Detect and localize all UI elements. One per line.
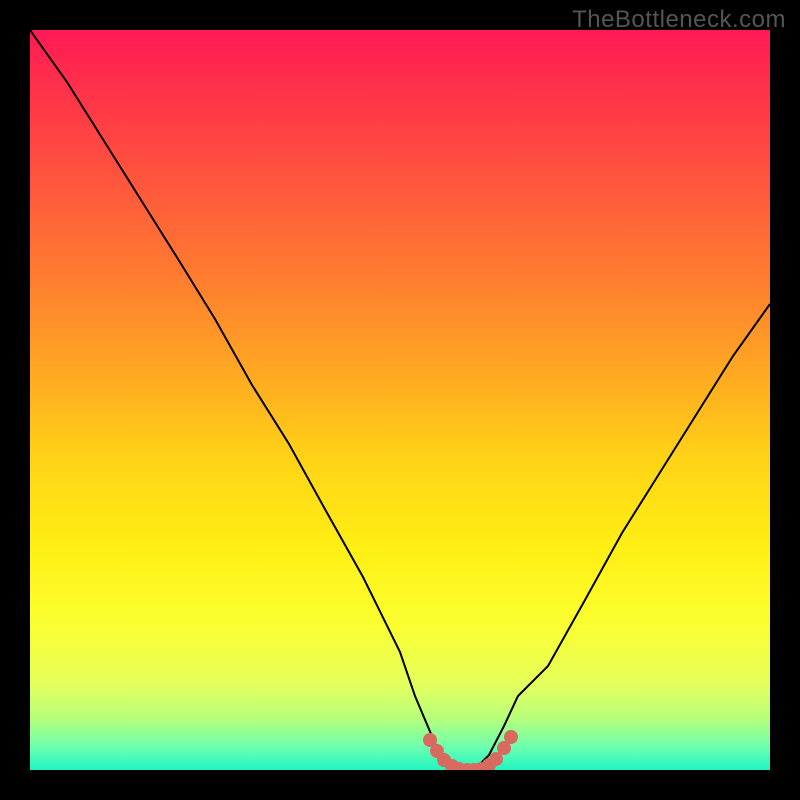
curve-layer xyxy=(30,30,770,770)
bottleneck-curve xyxy=(30,30,770,770)
bottom-highlight xyxy=(423,730,518,770)
plot-area xyxy=(30,30,770,770)
watermark-text: TheBottleneck.com xyxy=(572,6,786,34)
chart-frame: TheBottleneck.com xyxy=(0,0,800,800)
